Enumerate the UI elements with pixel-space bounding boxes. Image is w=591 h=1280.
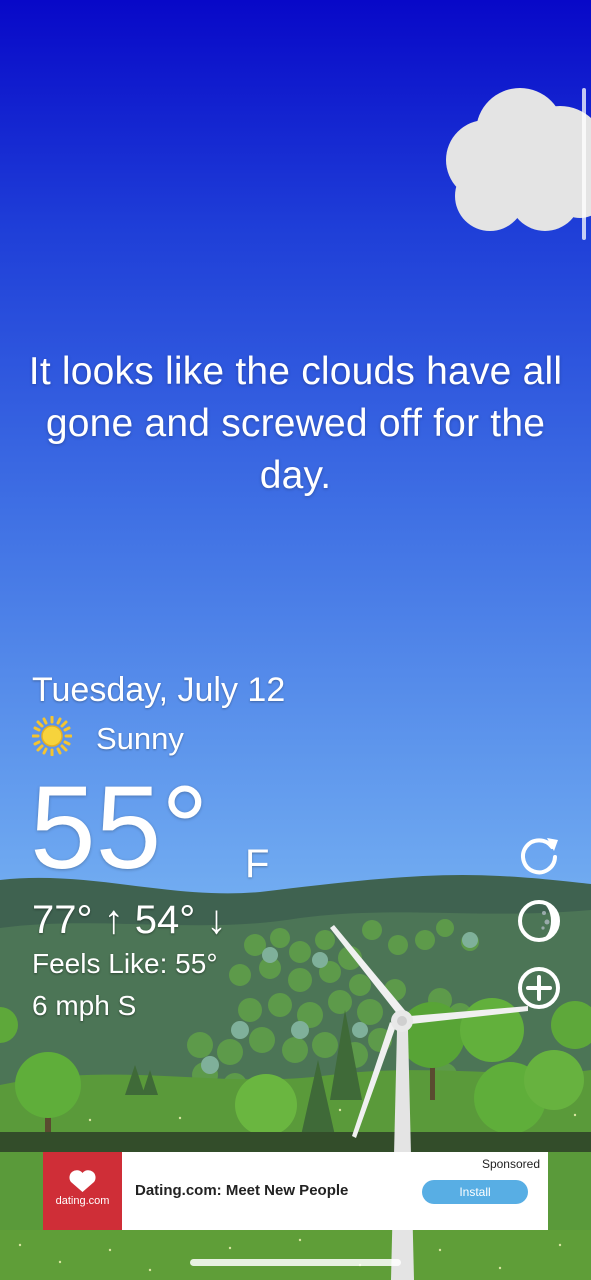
ad-install-button[interactable]: Install: [422, 1180, 528, 1204]
feels-like: Feels Like: 55°: [32, 948, 218, 979]
condition-label: Sunny: [96, 720, 184, 756]
temperature-unit: F: [245, 842, 270, 886]
ad-banner[interactable]: dating.com Sponsored Dating.com: Meet Ne…: [43, 1152, 548, 1230]
add-location-icon[interactable]: [516, 965, 562, 1011]
weather-message: It looks like the clouds have all gone a…: [28, 350, 563, 497]
ad-sponsored-label: Sponsored: [481, 1157, 540, 1171]
refresh-icon[interactable]: [516, 832, 562, 878]
sun-icon: [31, 715, 73, 761]
date-label: Tuesday, July 12: [32, 671, 286, 709]
landscape-scene: [0, 88, 591, 1280]
ad-title[interactable]: Dating.com: Meet New People: [135, 1182, 348, 1199]
condition-row: Sunny: [31, 715, 184, 761]
moon-phase-icon[interactable]: [516, 898, 562, 944]
home-indicator[interactable]: [190, 1259, 401, 1266]
cloud: [446, 88, 591, 231]
scrollbar[interactable]: [582, 88, 586, 240]
wind-speed: 6 mph S: [32, 990, 137, 1021]
high-low-temperature: 77° ↑ 54° ↓: [32, 898, 227, 942]
ad-logo-text: dating.com: [55, 1195, 110, 1207]
ad-logo: dating.com: [43, 1152, 122, 1230]
current-temperature: 55°: [30, 762, 209, 894]
